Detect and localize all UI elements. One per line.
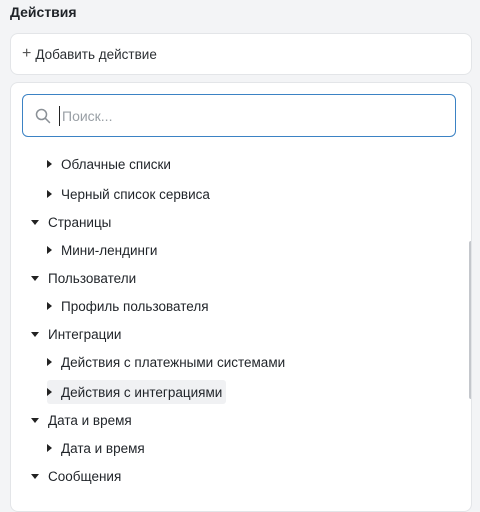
- tree-item-label: Черный список сервиса: [61, 186, 210, 202]
- scrollbar-thumb[interactable]: [469, 241, 471, 399]
- search-box[interactable]: [22, 94, 456, 137]
- caret-down-icon[interactable]: [31, 417, 39, 423]
- search-input[interactable]: [59, 105, 404, 126]
- caret-down-icon[interactable]: [31, 473, 39, 479]
- caret-down-icon[interactable]: [31, 275, 39, 281]
- tree-item[interactable]: Действия с платежными системами: [47, 350, 285, 374]
- actions-panel: Облачные списки Черный список сервиса Стра…: [10, 82, 472, 512]
- tree-item-label: Действия с интеграциями: [61, 384, 223, 400]
- tree-item[interactable]: Действия с интеграциями: [47, 380, 227, 404]
- tree-item[interactable]: Дата и время: [47, 436, 145, 460]
- caret-right-icon[interactable]: [47, 246, 52, 254]
- tree-group[interactable]: Дата и время: [31, 408, 132, 432]
- tree-item-label: Страницы: [48, 214, 112, 230]
- tree-group[interactable]: Интеграции: [31, 322, 121, 346]
- caret-down-icon[interactable]: [31, 219, 39, 225]
- tree-item[interactable]: Черный список сервиса: [47, 182, 210, 206]
- tree-item-label: Действия с платежными системами: [61, 354, 286, 370]
- tree-group[interactable]: Страницы: [31, 210, 111, 234]
- caret-right-icon[interactable]: [47, 388, 52, 396]
- tree-item-label: Профиль пользователя: [61, 298, 209, 314]
- tree-item-label: Дата и время: [48, 412, 132, 428]
- tree-item-label: Облачные списки: [61, 156, 171, 172]
- tree-item[interactable]: Профиль пользователя: [47, 294, 209, 318]
- tree-item[interactable]: Мини-лендинги: [47, 238, 157, 262]
- tree-item-label: Интеграции: [48, 326, 122, 342]
- caret-down-icon[interactable]: [31, 331, 39, 337]
- tree-item-label: Мини-лендинги: [61, 242, 158, 258]
- add-action-button[interactable]: + Добавить действие: [10, 33, 472, 75]
- plus-icon: +: [22, 45, 32, 62]
- caret-right-icon[interactable]: [47, 302, 52, 310]
- tree-item-label: Дата и время: [61, 440, 145, 456]
- add-action-label: Добавить действие: [35, 46, 157, 62]
- caret-right-icon[interactable]: [47, 358, 52, 366]
- caret-right-icon[interactable]: [47, 190, 52, 198]
- caret-right-icon[interactable]: [47, 444, 52, 452]
- section-title: Действия: [10, 4, 77, 20]
- search-icon: [35, 108, 51, 123]
- tree-item[interactable]: Облачные списки: [47, 152, 171, 176]
- tree-group[interactable]: Пользователи: [31, 266, 136, 290]
- tree-group[interactable]: Сообщения: [31, 464, 121, 488]
- tree-item-label: Пользователи: [48, 270, 137, 286]
- tree-item-label: Сообщения: [48, 468, 122, 484]
- caret-right-icon[interactable]: [47, 160, 52, 168]
